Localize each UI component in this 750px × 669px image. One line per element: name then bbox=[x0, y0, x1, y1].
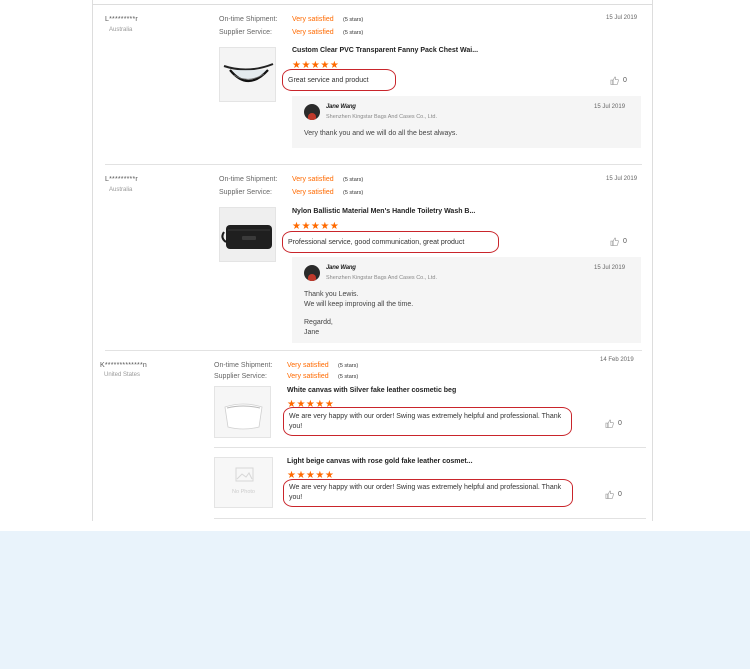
divider bbox=[214, 447, 646, 448]
reply-date: 15 Jul 2019 bbox=[594, 104, 626, 110]
product-name-link[interactable]: Custom Clear PVC Transparent Fanny Pack … bbox=[292, 47, 478, 54]
no-photo-text: No Photo bbox=[232, 489, 255, 495]
like-count: 0 bbox=[618, 420, 622, 427]
like-count: 0 bbox=[623, 77, 627, 84]
product-thumbnail[interactable] bbox=[219, 207, 276, 262]
like-count: 0 bbox=[623, 238, 627, 245]
thumbs-up-icon bbox=[610, 237, 619, 246]
feedback-text: We are very happy with our order! Swing … bbox=[283, 479, 573, 507]
service-rating: Very satisfied bbox=[292, 29, 334, 36]
shipment-stars-note: (5 stars) bbox=[343, 17, 364, 23]
toiletry-bag-image bbox=[220, 208, 275, 261]
reply-date: 15 Jul 2019 bbox=[594, 265, 626, 271]
service-rating: Very satisfied bbox=[292, 189, 334, 196]
buyer-name: L*********r bbox=[105, 176, 138, 183]
shipment-label: On-time Shipment: bbox=[219, 176, 278, 183]
review-item: K*************n United States On-time Sh… bbox=[93, 350, 652, 521]
no-photo-icon bbox=[235, 467, 254, 482]
product-name-link[interactable]: Light beige canvas with rose gold fake l… bbox=[287, 458, 473, 465]
shipment-rating: Very satisfied bbox=[287, 362, 329, 369]
reply-line: Thank you Lewis. bbox=[304, 291, 359, 298]
review-item: L*********r Australia On-time Shipment: … bbox=[93, 161, 652, 351]
supplier-avatar bbox=[304, 265, 320, 281]
service-label: Supplier Service: bbox=[219, 189, 272, 196]
shipment-stars-note: (5 stars) bbox=[338, 363, 359, 369]
service-label: Supplier Service: bbox=[214, 373, 267, 380]
shipment-rating: Very satisfied bbox=[292, 16, 334, 23]
review-item: L*********r Australia On-time Shipment: … bbox=[93, 0, 652, 160]
buyer-country: Australia bbox=[109, 27, 133, 33]
reply-company: Shenzhen Kingstar Bags And Cases Co., Lt… bbox=[326, 114, 437, 120]
like-button[interactable]: 0 bbox=[610, 237, 627, 246]
like-button[interactable]: 0 bbox=[605, 490, 622, 499]
product-name-link[interactable]: Nylon Ballistic Material Men's Handle To… bbox=[292, 208, 475, 215]
thumbs-up-icon bbox=[605, 419, 614, 428]
reply-line: Very thank you and we will do all the be… bbox=[304, 130, 458, 137]
like-button[interactable]: 0 bbox=[610, 76, 627, 85]
reply-text: Thank you Lewis. We will keep improving … bbox=[304, 290, 413, 337]
shipment-stars-note: (5 stars) bbox=[343, 177, 364, 183]
review-date: 15 Jul 2019 bbox=[606, 176, 638, 182]
fanny-pack-image bbox=[220, 48, 275, 101]
feedback-text: Great service and product bbox=[282, 69, 396, 91]
shipment-label: On-time Shipment: bbox=[219, 16, 278, 23]
reply-company: Shenzhen Kingstar Bags And Cases Co., Lt… bbox=[326, 275, 437, 281]
buyer-country: Australia bbox=[109, 187, 133, 193]
review-date: 14 Feb 2019 bbox=[600, 357, 634, 363]
supplier-avatar bbox=[304, 104, 320, 120]
reply-line: We will keep improving all the time. bbox=[304, 300, 414, 308]
reply-author: Jane Wang bbox=[326, 104, 356, 110]
service-rating: Very satisfied bbox=[287, 373, 329, 380]
product-name-link[interactable]: White canvas with Silver fake leather co… bbox=[287, 387, 456, 394]
reply-line: Regardd, bbox=[304, 319, 333, 326]
service-stars-note: (5 stars) bbox=[343, 190, 364, 196]
product-thumbnail[interactable] bbox=[214, 386, 271, 438]
reply-author: Jane Wang bbox=[326, 265, 356, 271]
review-date: 15 Jul 2019 bbox=[606, 15, 638, 21]
reply-text: Very thank you and we will do all the be… bbox=[304, 129, 457, 139]
service-stars-note: (5 stars) bbox=[338, 374, 359, 380]
buyer-country: United States bbox=[104, 372, 141, 378]
product-thumbnail[interactable] bbox=[219, 47, 276, 102]
supplier-reply: Jane Wang Shenzhen Kingstar Bags And Cas… bbox=[292, 96, 641, 148]
divider bbox=[214, 518, 646, 519]
thumbs-up-icon bbox=[605, 490, 614, 499]
service-label: Supplier Service: bbox=[219, 29, 272, 36]
buyer-name: K*************n bbox=[100, 362, 147, 369]
reply-line: Jane bbox=[304, 328, 320, 336]
service-stars-note: (5 stars) bbox=[343, 30, 364, 36]
page-background-band bbox=[0, 531, 750, 669]
like-count: 0 bbox=[618, 491, 622, 498]
feedback-text: Professional service, good communication… bbox=[282, 231, 499, 253]
product-thumbnail[interactable]: No Photo bbox=[214, 457, 273, 508]
cosmetic-bag-image bbox=[215, 387, 270, 437]
like-button[interactable]: 0 bbox=[605, 419, 622, 428]
shipment-rating: Very satisfied bbox=[292, 176, 334, 183]
shipment-label: On-time Shipment: bbox=[214, 362, 273, 369]
buyer-name: L*********r bbox=[105, 16, 138, 23]
supplier-reply: Jane Wang Shenzhen Kingstar Bags And Cas… bbox=[292, 257, 641, 343]
feedback-text: We are very happy with our order! Swing … bbox=[283, 407, 572, 436]
reviews-card: L*********r Australia On-time Shipment: … bbox=[92, 0, 653, 521]
thumbs-up-icon bbox=[610, 76, 619, 85]
